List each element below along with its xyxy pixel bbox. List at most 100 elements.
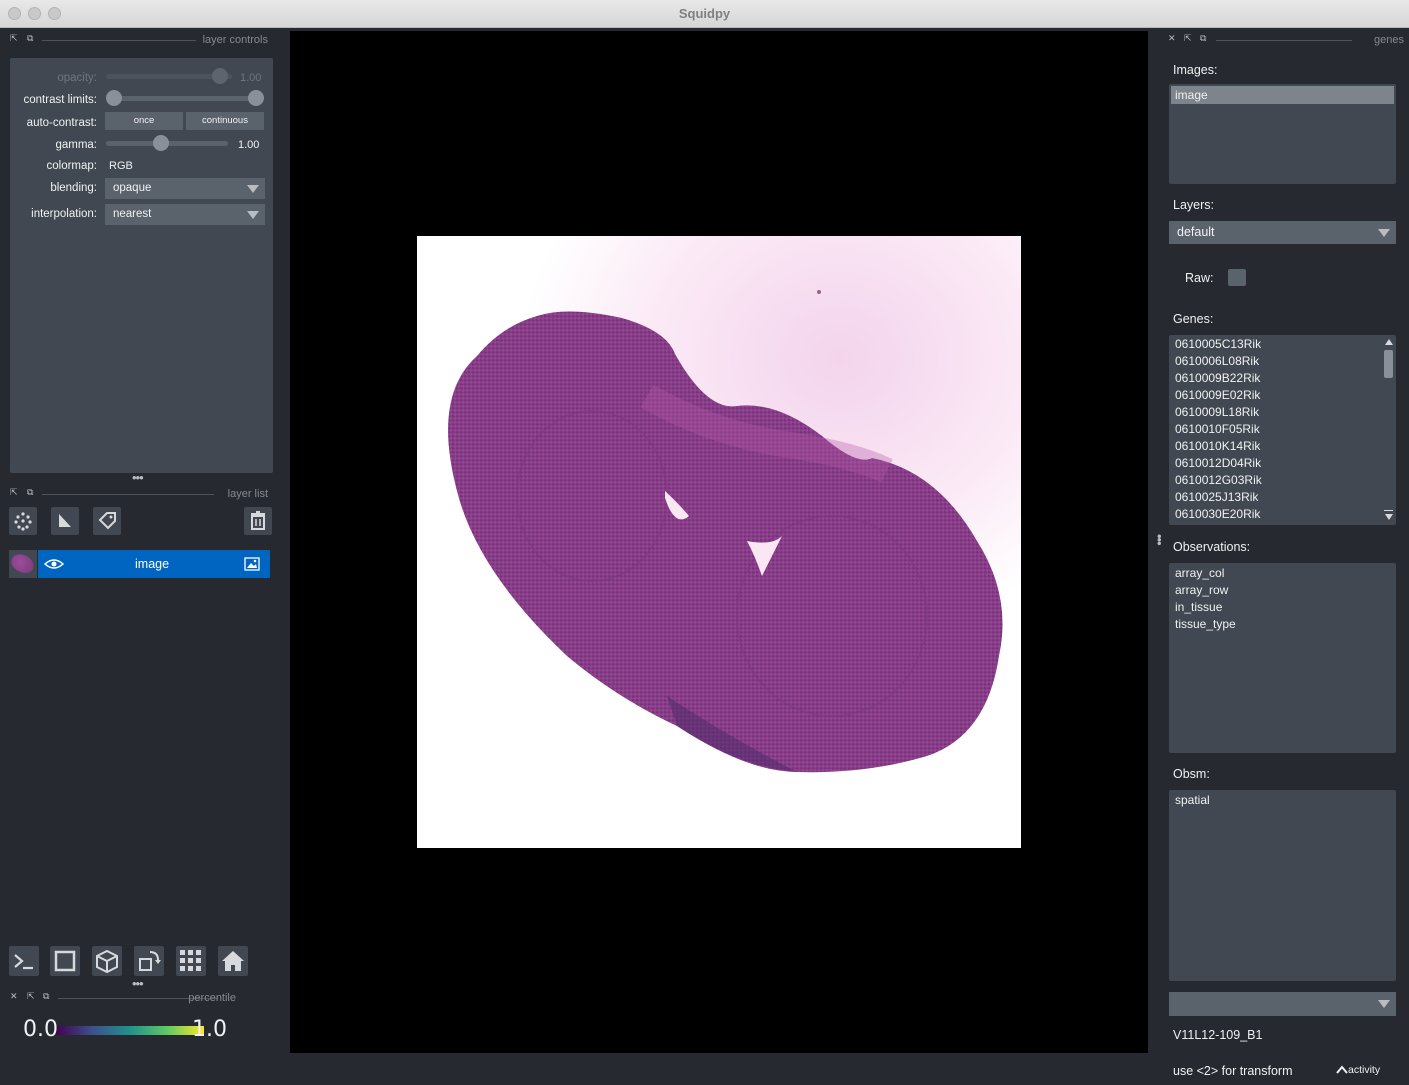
rotate-icon (139, 951, 161, 971)
layer-list-title: layer list (227, 488, 268, 500)
blending-dropdown[interactable]: opaque (105, 178, 265, 199)
tissue-section-image (448, 290, 1003, 773)
layer-name[interactable]: image (135, 557, 169, 571)
list-item[interactable]: in_tissue (1175, 600, 1222, 614)
images-label: Images: (1173, 63, 1218, 77)
grid-view-button[interactable] (176, 946, 206, 976)
genes-dock-label: genes (1374, 34, 1404, 46)
interpolation-dropdown[interactable]: nearest (105, 204, 265, 225)
list-item[interactable]: 0610012D04Rik (1175, 456, 1261, 470)
eye-icon[interactable] (44, 557, 64, 571)
chevron-down-icon (247, 211, 259, 219)
auto-contrast-label: auto-contrast: (26, 117, 97, 129)
roll-dimensions-button[interactable] (134, 946, 164, 976)
chevron-down-icon (1378, 229, 1390, 237)
scroll-up-icon[interactable] (1385, 339, 1393, 345)
new-shapes-layer-button[interactable] (51, 507, 79, 535)
console-icon (14, 954, 33, 970)
once-button[interactable]: once (105, 112, 183, 130)
layer-controls-panel: opacity: 1.00 contrast limits: auto-cont… (10, 58, 273, 473)
activity-label: activity (1348, 1064, 1381, 1076)
list-item[interactable]: 0610005C13Rik (1175, 337, 1261, 351)
contrast-limits-label: contrast limits: (23, 94, 98, 106)
list-item[interactable]: array_row (1175, 583, 1228, 597)
percentile-max-label: 1.0 (192, 1017, 227, 1042)
viewer-canvas[interactable] (290, 31, 1148, 1053)
points-icon (14, 512, 32, 531)
list-item[interactable]: 0610009B22Rik (1175, 371, 1260, 385)
contrast-min-handle[interactable] (106, 90, 122, 106)
gamma-value: 1.00 (238, 139, 260, 151)
interpolation-value: nearest (113, 208, 152, 220)
list-item[interactable]: 0610009L18Rik (1175, 405, 1259, 419)
delete-layer-button[interactable] (244, 507, 272, 535)
list-item[interactable]: 0610012G03Rik (1175, 473, 1262, 487)
window-title: Squidpy (678, 6, 731, 21)
cube-icon (96, 949, 118, 974)
scrollbar-thumb[interactable] (1384, 350, 1393, 378)
colormap-value: RGB (109, 160, 133, 172)
tag-icon (98, 512, 116, 530)
console-button[interactable] (9, 946, 39, 976)
image-layer-icon (244, 557, 260, 571)
gamma-slider-handle[interactable] (153, 135, 169, 151)
list-item[interactable]: 0610010F05Rik (1175, 422, 1260, 436)
close-icon[interactable]: ✕ (10, 992, 19, 1001)
dock-resize-handle[interactable]: ••• (132, 976, 144, 991)
float-icon[interactable]: ⇱ (1184, 34, 1193, 43)
new-points-layer-button[interactable] (9, 507, 37, 535)
genes-list[interactable]: 0610005C13Rik 0610006L08Rik 0610009B22Ri… (1169, 335, 1396, 525)
obsm-label: Obsm: (1173, 767, 1210, 781)
trash-icon (251, 511, 265, 530)
list-item[interactable]: 0610025J13Rik (1175, 490, 1258, 504)
list-item[interactable]: spatial (1175, 793, 1210, 807)
layers-label: Layers: (1173, 198, 1214, 212)
raw-checkbox[interactable] (1228, 269, 1246, 286)
dock-resize-handle[interactable]: ••• (1152, 534, 1167, 545)
list-item[interactable]: 0610030E20Rik (1175, 507, 1260, 521)
float-icon[interactable]: ⇱ (10, 488, 19, 497)
obsm-index-dropdown[interactable] (1169, 992, 1396, 1016)
chevron-down-icon (1378, 1000, 1390, 1008)
opacity-value: 1.00 (240, 72, 262, 84)
toggle-ndisplay-button[interactable] (50, 946, 80, 976)
chevron-down-icon (247, 185, 259, 193)
home-button[interactable] (218, 946, 248, 976)
undock-icon[interactable]: ⧉ (1200, 34, 1209, 43)
observations-list[interactable]: array_col array_row in_tissue tissue_typ… (1169, 563, 1396, 753)
3d-view-button[interactable] (92, 946, 122, 976)
list-item[interactable]: 0610009E02Rik (1175, 388, 1260, 402)
contrast-limits-slider[interactable] (114, 96, 260, 101)
undock-icon[interactable]: ⧉ (43, 992, 52, 1001)
list-item[interactable]: array_col (1175, 566, 1224, 580)
square-icon (54, 950, 76, 972)
percentile-dock-title: ✕ ⇱ ⧉ percentile (10, 992, 272, 1006)
list-item[interactable]: 0610006L08Rik (1175, 354, 1259, 368)
scroll-down-icon[interactable] (1385, 514, 1393, 520)
grid-icon (180, 950, 201, 971)
blending-value: opaque (113, 182, 152, 194)
layer-item-image[interactable]: image (38, 550, 270, 578)
tissue-image[interactable] (417, 236, 1021, 848)
opacity-slider-handle[interactable] (212, 68, 228, 84)
activity-button[interactable]: activity (1336, 1064, 1380, 1076)
colormap-label: colormap: (46, 160, 98, 172)
opacity-label: opacity: (57, 72, 97, 84)
list-item[interactable]: 0610010K14Rik (1175, 439, 1260, 453)
list-item[interactable]: image (1175, 88, 1208, 102)
list-item[interactable]: tissue_type (1175, 617, 1236, 631)
obsm-list[interactable]: spatial (1169, 790, 1396, 981)
float-icon[interactable]: ⇱ (27, 992, 36, 1001)
contrast-max-handle[interactable] (248, 90, 264, 106)
undock-icon[interactable]: ⧉ (27, 488, 36, 497)
new-labels-layer-button[interactable] (93, 507, 121, 535)
dock-resize-handle[interactable]: ••• (132, 470, 144, 485)
continuous-button[interactable]: continuous (186, 112, 264, 130)
undock-icon[interactable]: ⧉ (27, 34, 36, 43)
images-list[interactable]: image (1169, 84, 1396, 184)
blending-label: blending: (50, 182, 97, 194)
layers-dropdown[interactable]: default (1169, 221, 1396, 244)
float-icon[interactable]: ⇱ (10, 34, 19, 43)
close-icon[interactable]: ✕ (1168, 34, 1177, 43)
genes-scrollbar[interactable] (1382, 336, 1395, 524)
